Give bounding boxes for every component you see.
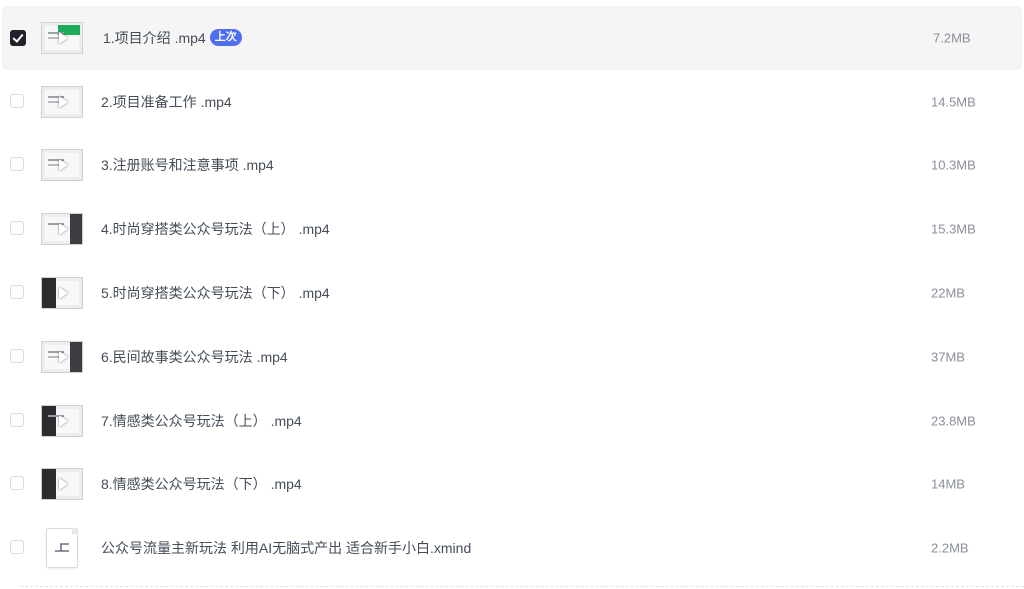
row-checkbox-checked[interactable]	[10, 29, 26, 46]
file-size: 23.8MB	[931, 413, 976, 429]
file-size: 15.3MB	[931, 221, 976, 237]
file-name-text: 3.注册账号和注意事项 .mp4	[101, 157, 274, 174]
file-name-text: 8.情感类公众号玩法（下） .mp4	[101, 476, 302, 493]
file-name-text: 5.时尚穿搭类公众号玩法（下） .mp4	[101, 285, 330, 302]
file-name[interactable]: 7.情感类公众号玩法（上） .mp4	[101, 411, 302, 431]
row-checkbox[interactable]	[10, 285, 24, 300]
file-row[interactable]: 5.时尚穿搭类公众号玩法（下） .mp4 22MB	[0, 261, 1024, 325]
file-size: 37MB	[931, 349, 965, 365]
video-thumbnail	[41, 468, 83, 501]
file-name[interactable]: 公众号流量主新玩法 利用AI无脑式产出 适合新手小白.xmind	[101, 538, 471, 558]
row-checkbox[interactable]	[10, 221, 24, 236]
play-icon	[59, 223, 68, 236]
play-icon	[59, 159, 68, 172]
file-name-text: 7.情感类公众号玩法（上） .mp4	[101, 412, 302, 429]
file-size: 10.3MB	[931, 157, 976, 173]
file-name[interactable]: 5.时尚穿搭类公众号玩法（下） .mp4	[101, 283, 330, 303]
file-row[interactable]: 6.民间故事类公众号玩法 .mp4 37MB	[0, 325, 1024, 389]
video-thumbnail	[41, 213, 83, 246]
row-checkbox[interactable]	[10, 412, 24, 427]
play-icon	[59, 31, 68, 44]
file-row[interactable]: 4.时尚穿搭类公众号玩法（上） .mp4 15.3MB	[0, 197, 1024, 261]
last-viewed-badge: 上次	[209, 29, 242, 47]
file-size: 14MB	[931, 476, 965, 492]
file-name-text: 公众号流量主新玩法 利用AI无脑式产出 适合新手小白.xmind	[101, 540, 472, 557]
file-name-text: 6.民间故事类公众号玩法 .mp4	[101, 348, 288, 365]
file-row[interactable]: 1.项目介绍 .mp4 上次 7.2MB	[2, 6, 1022, 70]
list-divider	[20, 586, 1024, 587]
file-size: 7.2MB	[933, 30, 971, 46]
file-name[interactable]: 6.民间故事类公众号玩法 .mp4	[101, 347, 288, 367]
file-name[interactable]: 1.项目介绍 .mp4 上次	[103, 28, 242, 48]
video-thumbnail	[41, 277, 83, 310]
play-icon	[59, 287, 68, 300]
file-name-text: 1.项目介绍 .mp4	[103, 29, 206, 46]
file-name[interactable]: 8.情感类公众号玩法（下） .mp4	[101, 474, 302, 494]
play-icon	[59, 95, 68, 108]
play-icon	[59, 414, 68, 427]
file-name-text: 4.时尚穿搭类公众号玩法（上） .mp4	[101, 221, 330, 238]
row-checkbox[interactable]	[10, 476, 24, 491]
row-checkbox[interactable]	[10, 93, 24, 108]
file-row[interactable]: 3.注册账号和注意事项 .mp4 10.3MB	[0, 134, 1024, 198]
file-size: 2.2MB	[931, 540, 969, 556]
file-name[interactable]: 4.时尚穿搭类公众号玩法（上） .mp4	[101, 219, 330, 239]
play-icon	[59, 350, 68, 363]
video-thumbnail	[41, 340, 83, 373]
file-row[interactable]: 公众号流量主新玩法 利用AI无脑式产出 适合新手小白.xmind 2.2MB	[0, 516, 1024, 580]
file-row[interactable]: 8.情感类公众号玩法（下） .mp4 14MB	[0, 453, 1024, 517]
file-row[interactable]: 2.项目准备工作 .mp4 14.5MB	[0, 70, 1024, 134]
file-name-text: 2.项目准备工作 .mp4	[101, 93, 232, 110]
file-name[interactable]: 3.注册账号和注意事项 .mp4	[101, 155, 274, 175]
video-thumbnail	[41, 149, 83, 182]
mindmap-file-icon	[46, 528, 78, 569]
video-thumbnail	[41, 404, 83, 437]
file-size: 14.5MB	[931, 94, 976, 110]
row-checkbox[interactable]	[10, 348, 24, 363]
file-name[interactable]: 2.项目准备工作 .mp4	[101, 92, 232, 112]
row-checkbox[interactable]	[10, 540, 24, 555]
row-checkbox[interactable]	[10, 157, 24, 172]
play-icon	[59, 478, 68, 491]
file-list: 1.项目介绍 .mp4 上次 7.2MB 2.项目准备工作 .mp4 14.5M…	[0, 6, 1024, 580]
file-row[interactable]: 7.情感类公众号玩法（上） .mp4 23.8MB	[0, 389, 1024, 453]
file-size: 22MB	[931, 285, 965, 301]
video-thumbnail	[41, 21, 83, 54]
checkmark-icon	[12, 31, 24, 43]
video-thumbnail	[41, 85, 83, 118]
